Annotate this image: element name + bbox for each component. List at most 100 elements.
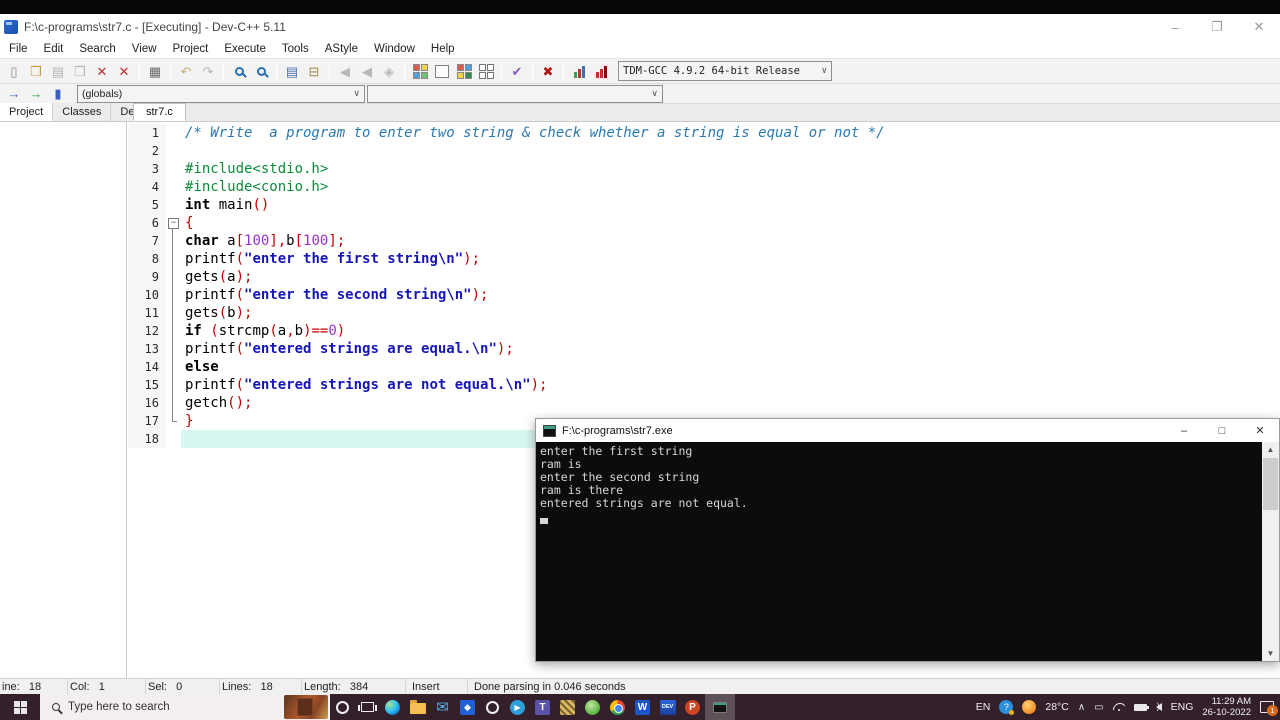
maximize-button[interactable]: ❐ xyxy=(1196,14,1238,40)
clock[interactable]: 11:29 AM 26-10-2022 xyxy=(1202,696,1251,718)
code-line-14[interactable]: 14 else xyxy=(128,358,1280,376)
code-line-11[interactable]: 11 gets(b); xyxy=(128,304,1280,322)
code-line-8[interactable]: 8 printf("enter the first string\n"); xyxy=(128,250,1280,268)
undo-icon[interactable]: ↶ xyxy=(175,61,197,81)
menu-astyle[interactable]: AStyle xyxy=(317,40,366,58)
code-line-4[interactable]: 4 #include<conio.h> xyxy=(128,178,1280,196)
menu-edit[interactable]: Edit xyxy=(36,40,72,58)
taskbar-app-folder[interactable] xyxy=(405,694,430,720)
notification-center-icon[interactable]: 1 xyxy=(1260,701,1278,716)
taskbar-app-dropbox[interactable]: ◆ xyxy=(455,694,480,720)
menu-project[interactable]: Project xyxy=(165,40,217,58)
tab-project[interactable]: Project xyxy=(0,103,54,121)
taskbar-app-dev-cpp[interactable]: DEV xyxy=(655,694,680,720)
code-line-13[interactable]: 13 printf("entered strings are equal.\n")… xyxy=(128,340,1280,358)
profile-icon[interactable] xyxy=(568,61,590,81)
code-line-6[interactable]: 6{ xyxy=(128,214,1280,232)
save-all-icon[interactable]: ❒ xyxy=(69,61,91,81)
shield-icon[interactable]: ◈ xyxy=(378,61,400,81)
code-line-12[interactable]: 12 if (strcmp(a,b)==0) xyxy=(128,322,1280,340)
abort-icon[interactable]: ✖ xyxy=(537,61,559,81)
menu-help[interactable]: Help xyxy=(423,40,463,58)
console-output[interactable]: enter the first string ram is enter the se… xyxy=(536,442,1262,661)
goto-declaration-icon[interactable]: → xyxy=(3,84,25,104)
menu-search[interactable]: Search xyxy=(71,40,123,58)
taskbar-app-green-app[interactable] xyxy=(580,694,605,720)
wifi-icon[interactable] xyxy=(1113,703,1125,711)
code-line-16[interactable]: 16 getch(); xyxy=(128,394,1280,412)
taskbar-app-chrome[interactable] xyxy=(605,694,630,720)
replace-icon[interactable] xyxy=(250,61,272,81)
compiler-select[interactable]: TDM-GCC 4.9.2 64-bit Release ∨ xyxy=(618,61,832,81)
goto-line-icon[interactable]: ▤ xyxy=(281,61,303,81)
globals-select[interactable]: (globals) ∨ xyxy=(77,84,365,103)
language-indicator-en[interactable]: EN xyxy=(976,701,991,713)
console-titlebar[interactable]: F:\c-programs\str7.exe – □ ✕ xyxy=(536,419,1279,442)
taskbar-app-ring-app[interactable] xyxy=(480,694,505,720)
weather-icon[interactable] xyxy=(1022,700,1037,714)
taskbar-app-edge[interactable] xyxy=(380,694,405,720)
speaker-icon[interactable] xyxy=(1155,701,1162,711)
rebuild-all-icon[interactable] xyxy=(475,61,497,81)
nav-forward-icon[interactable]: ◀ xyxy=(356,61,378,81)
tab-classes[interactable]: Classes xyxy=(53,103,112,121)
scrollbar-thumb[interactable] xyxy=(1263,458,1278,510)
profiling-delete-icon[interactable] xyxy=(590,61,612,81)
bookmark-icon[interactable]: ⊟ xyxy=(303,61,325,81)
goto-implementation-icon[interactable]: → xyxy=(25,84,47,104)
taskbar-app-cortana[interactable] xyxy=(330,694,355,720)
code-line-5[interactable]: 5 int main() xyxy=(128,196,1280,214)
menu-view[interactable]: View xyxy=(124,40,165,58)
battery-icon[interactable] xyxy=(1133,703,1149,711)
show-file-icon[interactable]: ▮ xyxy=(47,84,69,104)
compile-icon[interactable] xyxy=(409,61,431,81)
menu-file[interactable]: File xyxy=(1,40,36,58)
menu-execute[interactable]: Execute xyxy=(216,40,274,58)
code-line-7[interactable]: 7 char a[100],b[100]; xyxy=(128,232,1280,250)
fold-open-icon[interactable] xyxy=(166,214,181,232)
console-minimize-button[interactable]: – xyxy=(1165,419,1203,442)
scroll-down-icon[interactable]: ▼ xyxy=(1262,646,1279,661)
print-icon[interactable]: ▦ xyxy=(144,61,166,81)
members-select[interactable]: ∨ xyxy=(367,84,663,103)
syntax-check-icon[interactable]: ✔ xyxy=(506,61,528,81)
tablet-mode-icon[interactable]: ▭ xyxy=(1094,702,1103,713)
code-line-9[interactable]: 9 gets(a); xyxy=(128,268,1280,286)
temperature-label[interactable]: 28°C xyxy=(1045,701,1068,713)
search-decoration-image[interactable] xyxy=(284,695,328,719)
console-scrollbar[interactable]: ▲ ▼ xyxy=(1262,442,1279,661)
close-file-icon[interactable]: ✕ xyxy=(91,61,113,81)
taskbar-app-teams[interactable]: T xyxy=(530,694,555,720)
open-file-icon[interactable]: ❐ xyxy=(25,61,47,81)
code-line-10[interactable]: 10 printf("enter the second string\n"); xyxy=(128,286,1280,304)
console-close-button[interactable]: ✕ xyxy=(1241,419,1279,442)
compile-run-icon[interactable] xyxy=(453,61,475,81)
code-line-2[interactable]: 2 xyxy=(128,142,1280,160)
code-line-15[interactable]: 15 printf("entered strings are not equal.… xyxy=(128,376,1280,394)
taskbar-app-mail[interactable]: ✉ xyxy=(430,694,455,720)
scroll-up-icon[interactable]: ▲ xyxy=(1262,442,1279,457)
console-maximize-button[interactable]: □ xyxy=(1203,419,1241,442)
redo-icon[interactable]: ↷ xyxy=(197,61,219,81)
tray-chevron-up-icon[interactable]: ∧ xyxy=(1078,702,1085,713)
run-icon[interactable] xyxy=(431,61,453,81)
save-icon[interactable]: ▤ xyxy=(47,61,69,81)
taskbar-app-word[interactable]: W xyxy=(630,694,655,720)
menu-tools[interactable]: Tools xyxy=(274,40,317,58)
nav-back-icon[interactable]: ◀ xyxy=(334,61,356,81)
taskbar-app-checkered[interactable] xyxy=(555,694,580,720)
close-all-icon[interactable]: ✕ xyxy=(113,61,135,81)
code-line-1[interactable]: 1 /* Write a program to enter two string … xyxy=(128,124,1280,142)
taskbar-console-task-button[interactable] xyxy=(705,694,735,720)
help-icon[interactable]: ? xyxy=(999,700,1015,715)
taskbar-search[interactable]: Type here to search xyxy=(40,694,330,720)
close-button[interactable]: ✕ xyxy=(1238,14,1280,40)
language-indicator-eng[interactable]: ENG xyxy=(1171,701,1194,713)
minimize-button[interactable]: – xyxy=(1154,14,1196,40)
taskbar-app-powerpoint[interactable]: P xyxy=(680,694,705,720)
new-file-icon[interactable]: ▯ xyxy=(3,61,25,81)
taskbar-app-taskview[interactable] xyxy=(355,694,380,720)
start-button[interactable] xyxy=(0,694,40,720)
menu-window[interactable]: Window xyxy=(366,40,423,58)
find-icon[interactable] xyxy=(228,61,250,81)
